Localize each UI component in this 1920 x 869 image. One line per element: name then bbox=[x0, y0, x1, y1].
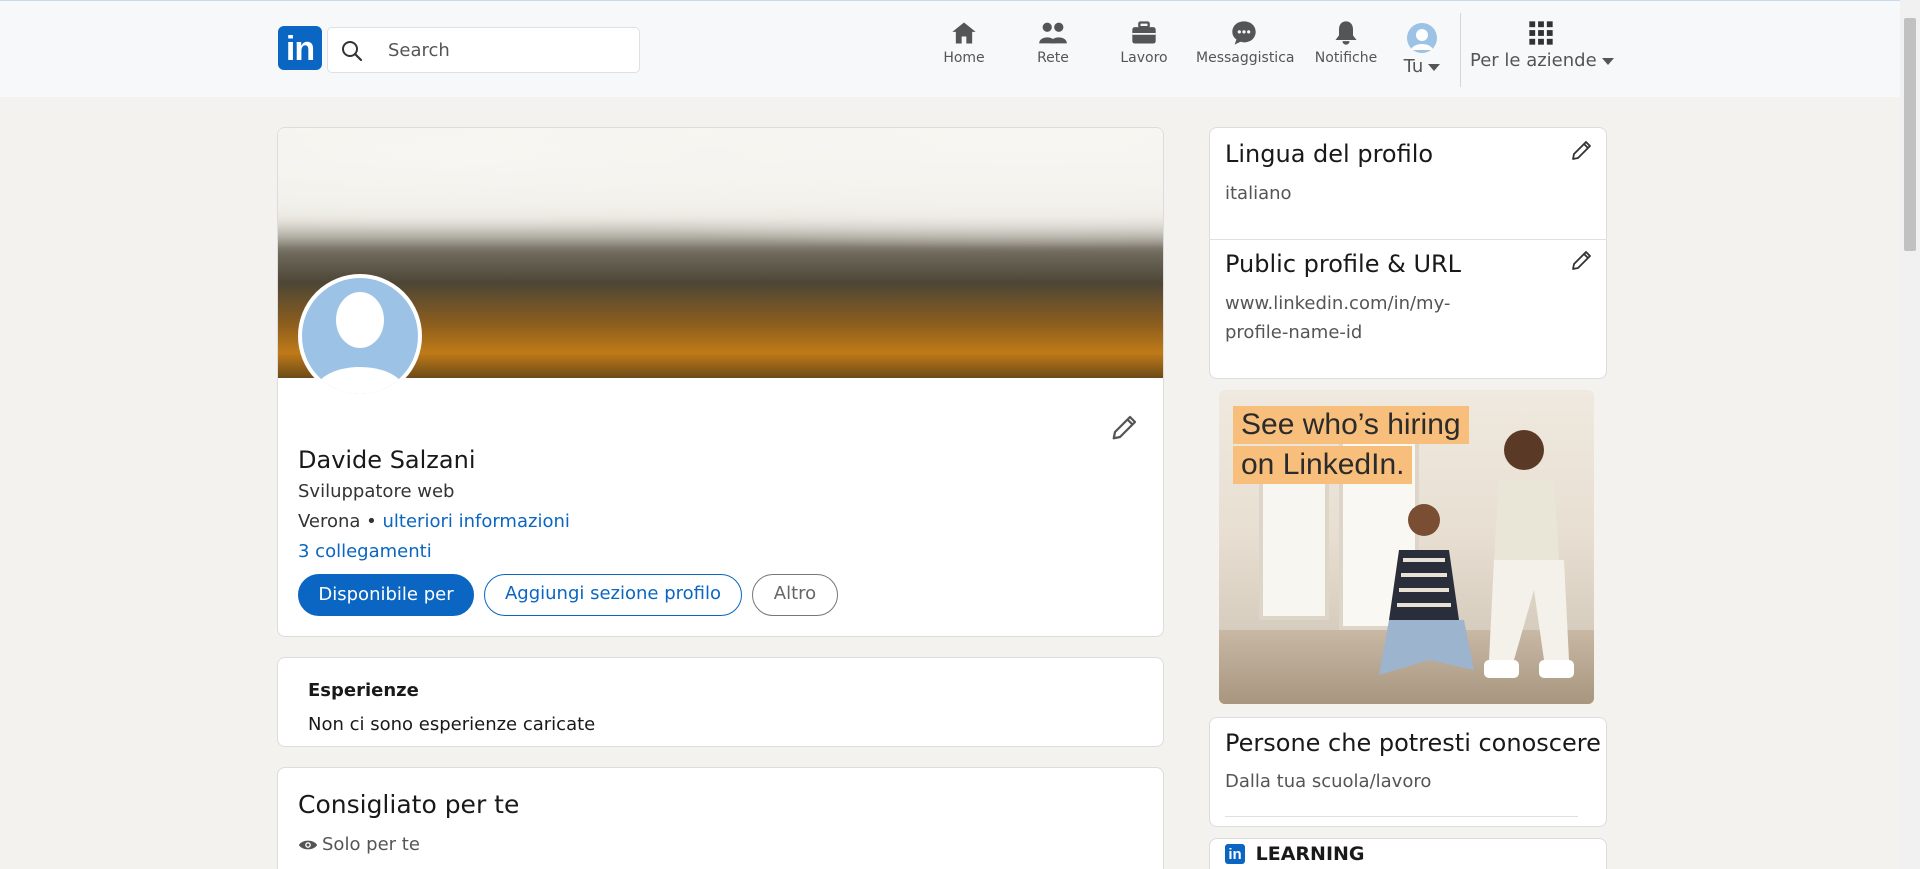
nav-business-label-wrap: Per le aziende bbox=[1470, 50, 1614, 71]
edit-profile-pencil-icon[interactable] bbox=[1110, 412, 1140, 442]
recommended-card: Consigliato per te Solo per te bbox=[277, 767, 1164, 869]
more-info-link[interactable]: ulteriori informazioni bbox=[383, 511, 570, 532]
nav-divider bbox=[1460, 13, 1461, 87]
ad-headline-line2: on LinkedIn. bbox=[1233, 446, 1413, 484]
visibility-label: Solo per te bbox=[322, 834, 420, 855]
public-profile-url-line2: profile-name-id bbox=[1225, 322, 1363, 343]
profile-avatar[interactable] bbox=[298, 274, 422, 398]
linkedin-logo[interactable]: in bbox=[278, 26, 322, 70]
nav-messaging-label: Messaggistica bbox=[1196, 50, 1295, 66]
grid-apps-icon bbox=[1529, 21, 1553, 45]
people-icon bbox=[1039, 22, 1067, 44]
more-button[interactable]: Altro bbox=[752, 574, 838, 616]
learning-card[interactable]: in LEARNING bbox=[1209, 838, 1607, 869]
learning-title: LEARNING bbox=[1255, 842, 1365, 865]
scrollbar-thumb[interactable] bbox=[1904, 18, 1916, 251]
nav-messaging[interactable]: Messaggistica bbox=[1196, 19, 1295, 79]
people-title: Persone che potresti conoscere bbox=[1225, 729, 1601, 757]
ad-headline-line1: See who’s hiring bbox=[1233, 406, 1469, 444]
ad-card[interactable]: See who’s hiring on LinkedIn. bbox=[1209, 390, 1607, 706]
profile-name: Davide Salzani bbox=[298, 446, 476, 474]
bell-icon bbox=[1335, 21, 1357, 45]
nav-notifications-label: Notifiche bbox=[1314, 50, 1378, 66]
visibility-line: Solo per te bbox=[298, 834, 420, 855]
add-profile-section-button[interactable]: Aggiungi sezione profilo bbox=[484, 574, 742, 616]
available-for-button[interactable]: Disponibile per bbox=[298, 574, 474, 616]
experience-empty-text: Non ci sono esperienze caricate bbox=[308, 714, 596, 735]
public-profile-title: Public profile & URL bbox=[1225, 250, 1462, 278]
nav-me[interactable]: Tu bbox=[1400, 23, 1444, 83]
profile-location-line: Verona • ulteriori informazioni bbox=[298, 511, 570, 532]
nav-jobs-label: Lavoro bbox=[1120, 50, 1168, 66]
chevron-down-icon bbox=[1428, 63, 1441, 71]
edit-url-pencil-icon[interactable] bbox=[1570, 248, 1594, 272]
nav-notifications[interactable]: Notifiche bbox=[1314, 19, 1378, 79]
avatar-silhouette-icon bbox=[314, 292, 406, 394]
nav-home-label: Home bbox=[943, 50, 985, 66]
ad-person-illustration bbox=[1484, 430, 1574, 678]
connections-link[interactable]: 3 collegamenti bbox=[298, 541, 432, 562]
ad-image[interactable]: See who’s hiring on LinkedIn. bbox=[1219, 390, 1594, 704]
experience-card: Esperienze Non ci sono esperienze carica… bbox=[277, 657, 1164, 747]
chevron-down-icon bbox=[1601, 57, 1614, 65]
briefcase-icon bbox=[1132, 21, 1156, 44]
profile-headline: Sviluppatore web bbox=[298, 481, 455, 502]
top-navigation-bar: in Home Rete Lavoro bbox=[0, 0, 1900, 97]
chat-icon bbox=[1232, 21, 1256, 45]
nav-me-label: Tu bbox=[1403, 56, 1424, 77]
nav-jobs[interactable]: Lavoro bbox=[1118, 19, 1170, 79]
divider bbox=[1210, 239, 1606, 240]
nav-me-label-wrap: Tu bbox=[1400, 56, 1444, 77]
ad-window bbox=[1259, 460, 1329, 620]
profile-location: Verona bbox=[298, 511, 361, 532]
profile-settings-card: Lingua del profilo italiano Public profi… bbox=[1209, 127, 1607, 379]
nav-home[interactable]: Home bbox=[938, 19, 990, 79]
avatar-icon bbox=[1407, 23, 1437, 53]
people-you-may-know-card: Persone che potresti conoscere Dalla tua… bbox=[1209, 717, 1607, 827]
edit-language-pencil-icon[interactable] bbox=[1570, 138, 1594, 162]
nav-network[interactable]: Rete bbox=[1030, 19, 1076, 79]
learning-header: in LEARNING bbox=[1225, 842, 1365, 865]
search-input[interactable] bbox=[388, 28, 628, 72]
ad-person-illustration bbox=[1379, 504, 1474, 675]
nav-network-label: Rete bbox=[1037, 50, 1069, 66]
people-subtitle: Dalla tua scuola/lavoro bbox=[1225, 771, 1432, 792]
language-value: italiano bbox=[1225, 183, 1292, 204]
language-title: Lingua del profilo bbox=[1225, 140, 1434, 168]
experience-title: Esperienze bbox=[308, 680, 419, 701]
nav-business-label: Per le aziende bbox=[1470, 50, 1597, 71]
page-scrollbar[interactable] bbox=[1900, 0, 1920, 869]
public-profile-url-line1: www.linkedin.com/in/my- bbox=[1225, 293, 1451, 314]
search-icon bbox=[342, 41, 363, 62]
recommended-title: Consigliato per te bbox=[298, 790, 520, 819]
location-separator: • bbox=[360, 511, 383, 532]
divider bbox=[1225, 816, 1578, 817]
profile-card: Davide Salzani Sviluppatore web Verona •… bbox=[277, 127, 1164, 637]
home-icon bbox=[952, 22, 976, 44]
linkedin-learning-logo: in bbox=[1225, 843, 1245, 864]
search-box[interactable] bbox=[327, 27, 640, 73]
nav-business[interactable]: Per le aziende bbox=[1470, 19, 1614, 79]
eye-icon bbox=[298, 840, 318, 850]
